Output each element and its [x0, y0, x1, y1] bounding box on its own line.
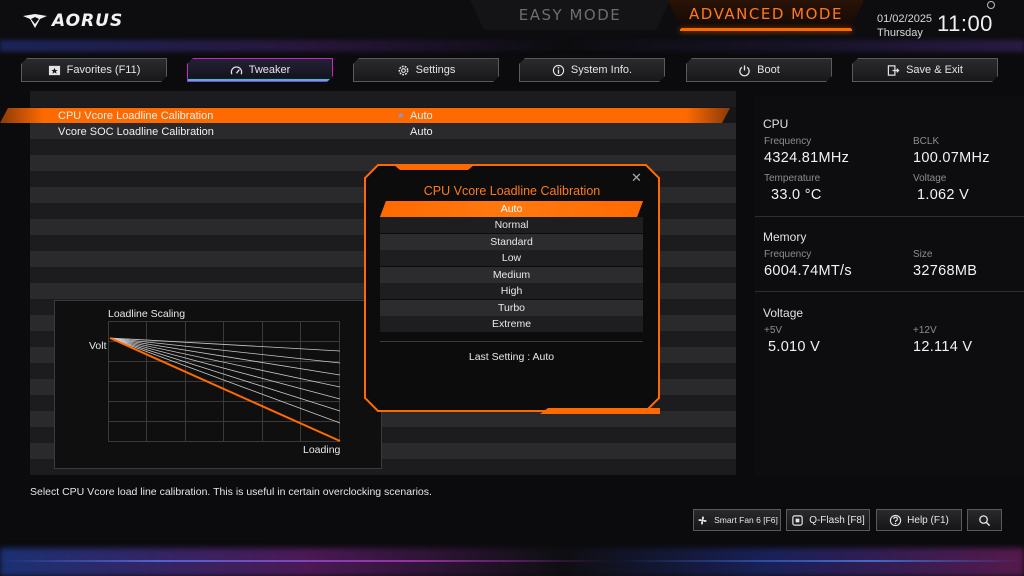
memory-frequency-label: Frequency	[764, 249, 812, 260]
tab-save-exit[interactable]: Save & Exit	[852, 58, 998, 82]
weekday-text: Thursday	[877, 27, 923, 39]
setting-value-vcore-soc-llc[interactable]: Auto	[410, 126, 433, 138]
aorus-logo: AORUS	[22, 10, 123, 32]
loadline-graph	[108, 321, 341, 442]
q-flash-button[interactable]: Q-Flash [F8]	[786, 509, 870, 531]
top-light-streak	[0, 40, 1024, 52]
button-label: Help (F1)	[907, 514, 949, 526]
tab-settings[interactable]: Settings	[353, 58, 499, 82]
option-auto[interactable]: Auto	[380, 201, 643, 217]
v5-value: 5.010 V	[768, 339, 821, 355]
memory-frequency-value: 6004.74MT/s	[764, 263, 852, 279]
v12-label: +12V	[913, 325, 937, 336]
v5-label: +5V	[764, 325, 783, 336]
tab-tweaker[interactable]: Tweaker	[187, 58, 333, 82]
favorites-icon	[48, 64, 61, 77]
option-turbo[interactable]: Turbo	[380, 300, 643, 316]
dialog-accent-bar	[540, 408, 660, 414]
tab-label: Settings	[415, 64, 456, 76]
clock-settings-icon[interactable]	[987, 1, 995, 9]
option-high[interactable]: High	[380, 283, 643, 299]
clock-time: 11:00	[937, 11, 993, 36]
easy-mode-tab[interactable]: EASY MODE	[470, 0, 670, 30]
voltage-heading: Voltage	[763, 306, 804, 320]
exit-icon	[887, 64, 900, 77]
setting-label-vcore-soc-llc[interactable]: Vcore SOC Loadline Calibration	[58, 126, 214, 138]
option-standard[interactable]: Standard	[380, 234, 643, 250]
setting-value-cpu-vcore-llc[interactable]: Auto	[410, 110, 433, 122]
speedometer-icon	[230, 64, 243, 77]
chip-icon	[792, 514, 803, 526]
setting-label-cpu-vcore-llc[interactable]: CPU Vcore Loadline Calibration	[58, 110, 213, 122]
dialog-divider	[380, 341, 643, 342]
bottom-light-line	[0, 560, 1024, 562]
option-low[interactable]: Low	[380, 250, 643, 266]
tab-label: Save & Exit	[906, 64, 963, 76]
date-text: 01/02/2025	[877, 13, 933, 25]
help-button[interactable]: Help (F1)	[876, 509, 962, 531]
button-label: Q-Flash [F8]	[809, 514, 865, 526]
bottom-light-streak	[0, 548, 1024, 576]
last-setting-text: Last Setting : Auto	[468, 351, 555, 363]
memory-size-label: Size	[913, 249, 933, 260]
graph-title: Loadline Scaling	[108, 308, 186, 320]
tab-label: Tweaker	[248, 64, 291, 76]
graph-x-label: Loading	[303, 444, 341, 456]
gear-icon	[397, 64, 410, 77]
option-normal[interactable]: Normal	[380, 217, 643, 233]
info-divider	[755, 216, 1024, 217]
cpu-frequency-label: Frequency	[764, 136, 812, 147]
tab-system-info[interactable]: System Info.	[519, 58, 665, 82]
tab-boot[interactable]: Boot	[686, 58, 832, 82]
tab-label: Boot	[757, 64, 780, 76]
bclk-label: BCLK	[913, 136, 940, 147]
info-divider	[755, 291, 1024, 292]
memory-size-value: 32768MB	[913, 263, 978, 279]
logo-text: AORUS	[52, 11, 124, 31]
cpu-heading: CPU	[763, 117, 789, 131]
power-icon	[738, 64, 751, 77]
option-medium[interactable]: Medium	[380, 267, 643, 283]
advanced-mode-underline	[680, 29, 852, 31]
advanced-mode-tab[interactable]: ADVANCED MODE	[668, 0, 864, 30]
tab-label: System Info.	[570, 64, 633, 76]
graph-y-label: Volt	[89, 340, 107, 352]
dialog-title: CPU Vcore Loadline Calibration	[423, 184, 601, 198]
fan-icon	[698, 515, 707, 525]
option-extreme[interactable]: Extreme	[380, 316, 643, 332]
bclk-value: 100.07MHz	[913, 150, 990, 166]
cpu-voltage-label: Voltage	[913, 173, 947, 184]
date-display: 01/02/2025 Thursday	[877, 12, 932, 40]
cpu-temperature-label: Temperature	[764, 173, 821, 184]
info-icon	[552, 64, 565, 77]
star-icon: ★	[397, 111, 405, 120]
help-icon	[889, 514, 902, 526]
memory-heading: Memory	[763, 230, 807, 244]
search-button[interactable]	[967, 509, 1002, 531]
close-icon[interactable]: ✕	[631, 170, 642, 186]
aorus-eagle-icon	[23, 14, 47, 28]
tab-favorites[interactable]: Favorites (F11)	[21, 58, 167, 82]
cpu-voltage-value: 1.062 V	[917, 187, 970, 203]
cpu-frequency-value: 4324.81MHz	[764, 150, 850, 166]
smart-fan-button[interactable]: Smart Fan 6 [F6]	[693, 509, 781, 531]
tab-label: Favorites (F11)	[66, 64, 141, 76]
cpu-temperature-value: 33.0 °C	[771, 187, 822, 203]
help-description: Select CPU Vcore load line calibration. …	[30, 486, 432, 498]
button-label: Smart Fan 6 [F6]	[714, 515, 778, 525]
v12-value: 12.114 V	[913, 339, 973, 355]
search-icon	[979, 514, 991, 526]
